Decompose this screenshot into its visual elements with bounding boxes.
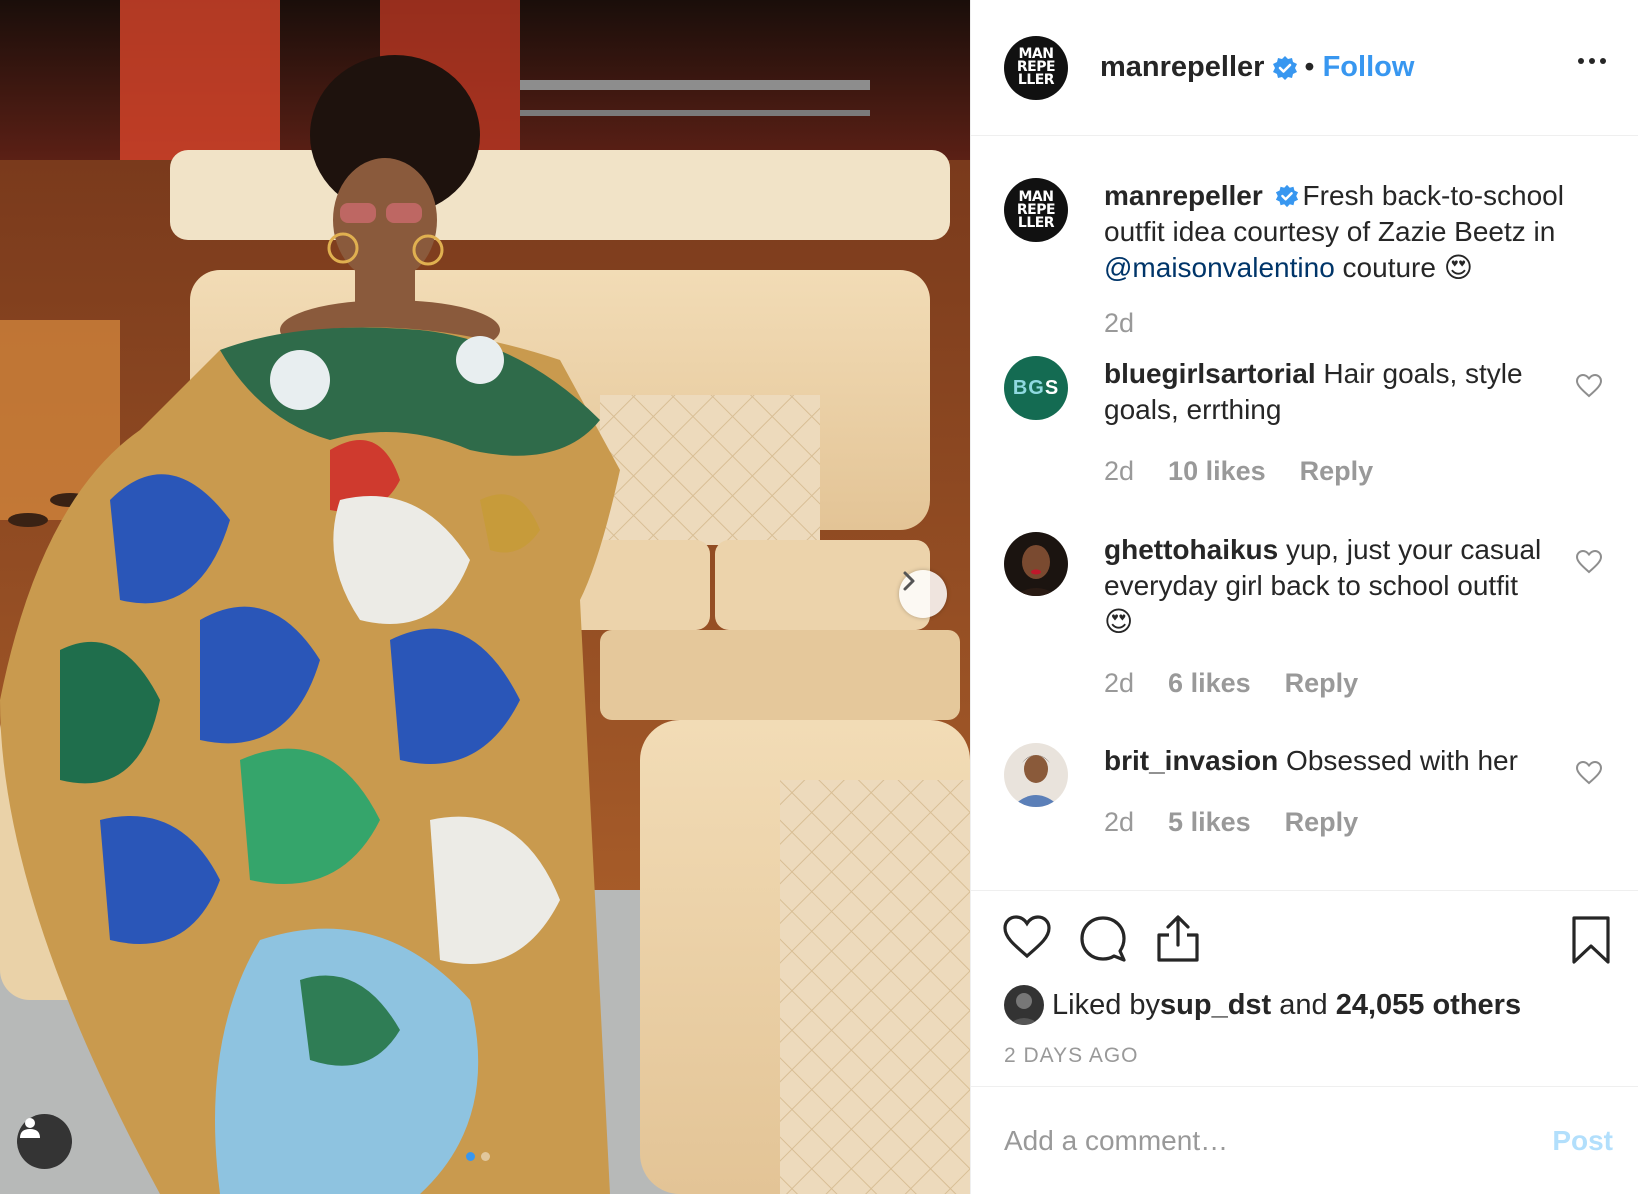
comment-time[interactable]: 2d	[1104, 456, 1134, 487]
next-photo-button[interactable]	[899, 570, 947, 618]
follow-button[interactable]: Follow	[1323, 51, 1415, 84]
post-actions-section: Liked by sup_dst and 24,055 others 2 DAY…	[971, 890, 1638, 1086]
separator-dot: •	[1304, 51, 1315, 83]
avatar-logo-text: LLER	[1017, 214, 1055, 231]
heart-icon	[1003, 915, 1051, 959]
comment-meta: 2d 5 likes Reply	[1104, 807, 1358, 838]
avatar-photo	[1004, 532, 1068, 596]
photo-illustration	[0, 0, 970, 1194]
post-side-panel: MAN REPE LLER manrepeller • Follow MAN R…	[970, 0, 1638, 1194]
action-icons	[1003, 915, 1201, 968]
comment-time[interactable]: 2d	[1104, 807, 1134, 838]
reply-button[interactable]: Reply	[1285, 668, 1359, 699]
comment-button[interactable]	[1079, 915, 1127, 968]
commenter-avatar[interactable]	[1004, 743, 1068, 807]
comment-username[interactable]: ghettohaikus	[1104, 534, 1278, 565]
author-avatar[interactable]: MAN REPE LLER	[1004, 35, 1068, 100]
like-comment-heart-icon[interactable]	[1576, 550, 1602, 574]
post-comment-button[interactable]: Post	[1552, 1125, 1613, 1157]
save-button[interactable]	[1571, 915, 1611, 970]
like-button[interactable]	[1003, 915, 1051, 968]
avatar-logo-text: LLER	[1017, 72, 1055, 88]
carousel-dot	[481, 1152, 490, 1161]
next-arrow-icon	[903, 571, 915, 591]
comment-text: ghettohaikus yup, just your casual every…	[1104, 532, 1574, 640]
comment-text: bluegirlsartorial Hair goals, style goal…	[1104, 356, 1574, 428]
heart-eyes-emoji: 😍	[1104, 606, 1134, 637]
comments-section[interactable]: MAN REPE LLER manrepeller Fresh back-to-…	[971, 136, 1638, 890]
comment-username[interactable]: brit_invasion	[1104, 745, 1278, 776]
like-comment-heart-icon[interactable]	[1576, 374, 1602, 398]
caption-meta: 2d	[1104, 308, 1134, 339]
comment-meta: 2d 10 likes Reply	[1104, 456, 1373, 487]
comment-body: Obsessed with her	[1286, 745, 1518, 776]
liker-username[interactable]: sup_dst	[1160, 989, 1271, 1022]
comment-username[interactable]: bluegirlsartorial	[1104, 358, 1316, 389]
avatar-initials: BGS	[1012, 376, 1060, 399]
commenter-avatar[interactable]: BGS	[1004, 356, 1068, 420]
comment-meta: 2d 6 likes Reply	[1104, 668, 1358, 699]
carousel-dot	[466, 1152, 475, 1161]
share-icon	[1157, 915, 1199, 962]
caption-time[interactable]: 2d	[1104, 308, 1134, 339]
post-photo[interactable]	[0, 0, 970, 1194]
reply-button[interactable]: Reply	[1300, 456, 1374, 487]
caption-mention-link[interactable]: @maisonvalentino	[1104, 252, 1335, 283]
likes-count[interactable]: 24,055 others	[1336, 989, 1521, 1022]
heart-eyes-emoji: 😍	[1443, 252, 1473, 283]
verified-icon	[1273, 55, 1298, 80]
tagged-users-button[interactable]	[17, 1114, 72, 1169]
post-timestamp[interactable]: 2 DAYS AGO	[1004, 1044, 1139, 1068]
user-tag-icon	[20, 1118, 40, 1138]
caption-body-end: couture	[1334, 252, 1444, 283]
avatar-photo	[1004, 985, 1044, 1025]
add-comment-bar: Post	[971, 1086, 1638, 1194]
comment-icon	[1080, 916, 1126, 962]
comment-input[interactable]	[1004, 1124, 1524, 1157]
more-options-icon[interactable]	[1572, 52, 1612, 70]
carousel-indicator	[466, 1152, 490, 1161]
liker-avatar[interactable]	[1004, 985, 1044, 1025]
comment-likes[interactable]: 5 likes	[1168, 807, 1251, 838]
author-avatar[interactable]: MAN REPE LLER	[1004, 178, 1068, 242]
comment-text: brit_invasion Obsessed with her	[1104, 743, 1574, 779]
share-button[interactable]	[1155, 915, 1201, 968]
commenter-avatar[interactable]	[1004, 532, 1068, 596]
author-username[interactable]: manrepeller	[1100, 51, 1264, 84]
verified-icon	[1275, 184, 1298, 208]
reply-button[interactable]: Reply	[1285, 807, 1359, 838]
comment-likes[interactable]: 10 likes	[1168, 456, 1266, 487]
caption-username[interactable]: manrepeller	[1104, 180, 1263, 211]
avatar-photo	[1004, 743, 1068, 807]
likes-prefix: Liked by	[1052, 988, 1161, 1021]
comment-likes[interactable]: 6 likes	[1168, 668, 1251, 699]
comment-time[interactable]: 2d	[1104, 668, 1134, 699]
post-header: MAN REPE LLER manrepeller • Follow	[971, 0, 1638, 136]
like-comment-heart-icon[interactable]	[1576, 761, 1602, 785]
caption-text: manrepeller Fresh back-to-school outfit …	[1104, 178, 1594, 286]
likes-summary: Liked by sup_dst and 24,055 others	[1004, 985, 1521, 1025]
bookmark-icon	[1572, 916, 1610, 964]
likes-middle: and	[1271, 988, 1336, 1021]
